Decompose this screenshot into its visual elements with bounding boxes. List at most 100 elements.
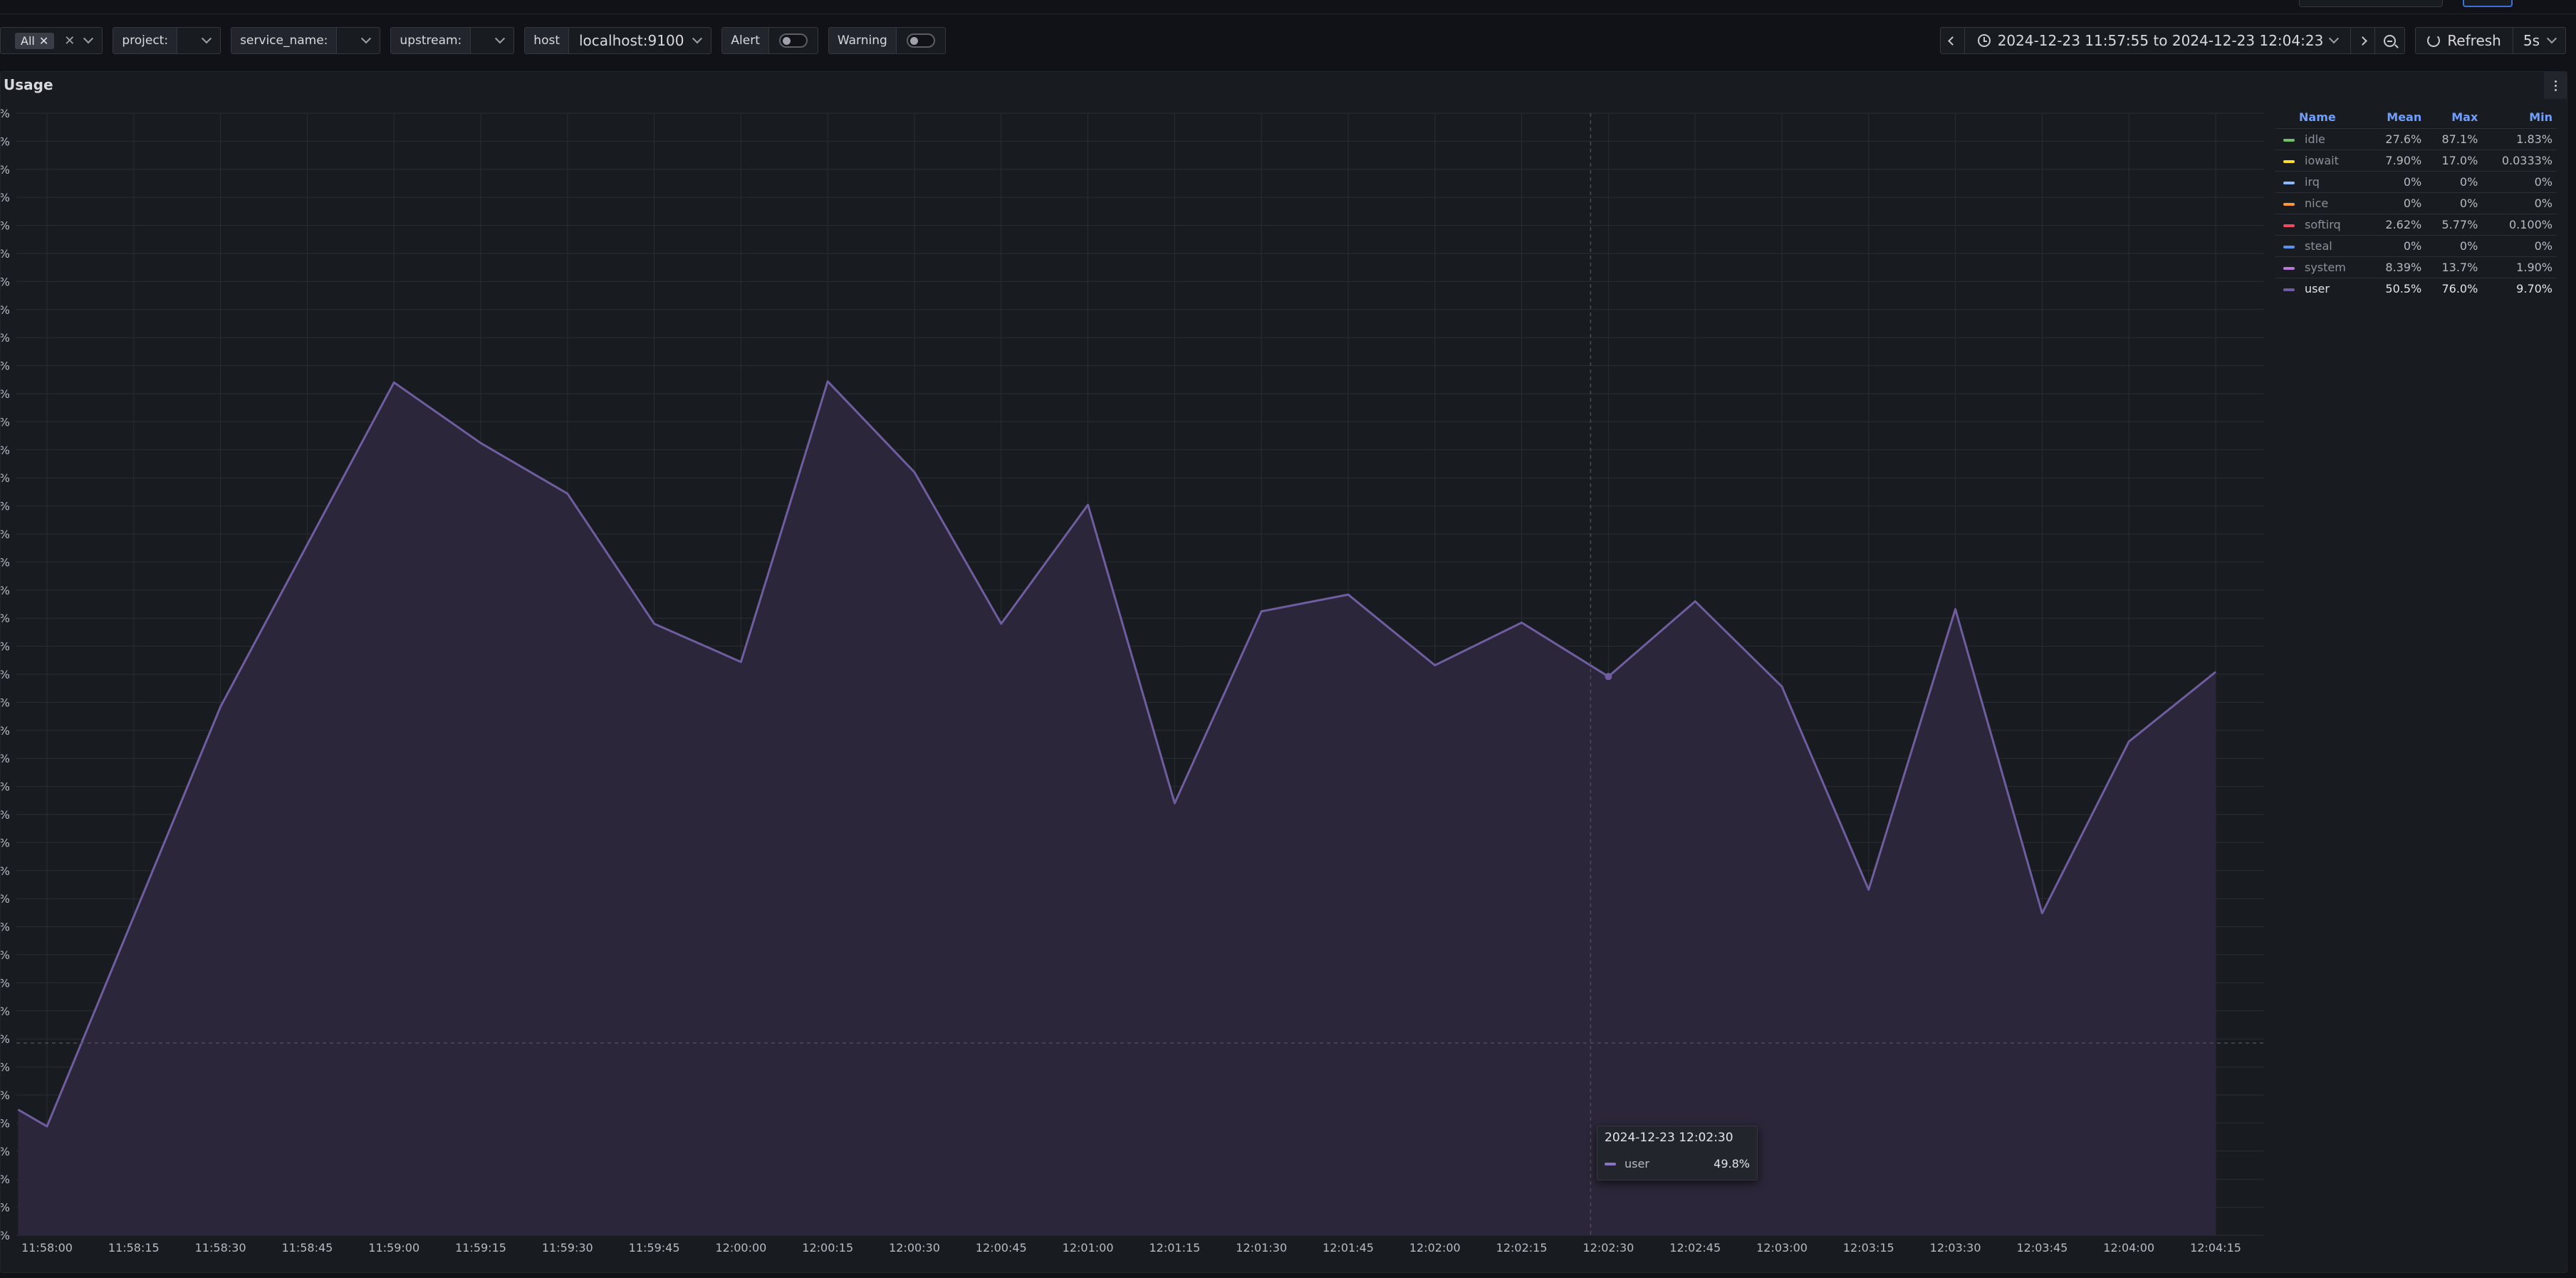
host-value: localhost:9100 xyxy=(579,32,684,49)
legend-header-max[interactable]: Max xyxy=(2426,108,2482,129)
variable-host[interactable]: host localhost:9100 xyxy=(524,27,712,54)
variable-all[interactable]: All ✕ ✕ xyxy=(0,27,103,54)
time-shift-forward-button[interactable] xyxy=(2351,28,2376,53)
user-series-area xyxy=(18,381,2216,1236)
x-tick-label: 11:58:45 xyxy=(281,1241,333,1255)
variables-toolbar: All ✕ ✕ project: service_name: upstream:… xyxy=(0,27,956,54)
y-tick-label: % xyxy=(1,1173,10,1186)
top-action-button[interactable] xyxy=(2463,0,2513,7)
variable-project[interactable]: project: xyxy=(113,27,221,54)
legend-mean: 0% xyxy=(2369,235,2426,257)
x-tick-label: 12:00:45 xyxy=(976,1241,1027,1255)
alert-toggle[interactable] xyxy=(778,33,808,48)
legend-max: 76.0% xyxy=(2426,278,2483,299)
legend-name: irq xyxy=(2275,171,2370,193)
refresh-button[interactable]: Refresh xyxy=(2416,28,2513,53)
chevron-down-icon[interactable] xyxy=(692,33,703,44)
hover-point xyxy=(1605,673,1612,681)
x-tick-label: 12:02:15 xyxy=(1496,1241,1548,1255)
legend-max: 0% xyxy=(2426,235,2483,257)
top-navbar xyxy=(0,0,2576,14)
legend-row-softirq[interactable]: softirq 2.62% 5.77% 0.100% xyxy=(2275,214,2557,236)
legend-row-idle[interactable]: idle 27.6% 87.1% 1.83% xyxy=(2275,128,2557,150)
legend-header-name[interactable]: Name xyxy=(2275,108,2369,129)
legend-mean: 50.5% xyxy=(2369,278,2426,299)
legend-row-steal[interactable]: steal 0% 0% 0% xyxy=(2275,235,2557,257)
y-tick-label: % xyxy=(1,303,10,317)
tooltip-time: 2024-12-23 12:02:30 xyxy=(1605,1131,1733,1145)
variable-upstream[interactable]: upstream: xyxy=(390,27,515,54)
chevron-down-icon[interactable] xyxy=(202,33,212,44)
warning-label: Warning xyxy=(828,28,897,53)
y-tick-label: % xyxy=(1,415,10,429)
variable-alert[interactable]: Alert xyxy=(721,27,818,54)
legend-header-min[interactable]: Min xyxy=(2482,108,2557,129)
legend-swatch xyxy=(2283,138,2295,142)
usage-chart[interactable]: %%%%%%%%%%%%%%%%%%%%%%%%%%%%%%%%%%%%%%%%… xyxy=(1,72,2273,1274)
y-tick-label: % xyxy=(1,471,10,485)
y-tick-label: % xyxy=(1,528,10,541)
legend-max: 13.7% xyxy=(2426,256,2483,278)
y-tick-label: % xyxy=(1,1116,10,1130)
y-tick-label: % xyxy=(1,612,10,625)
variable-warning[interactable]: Warning xyxy=(828,27,946,54)
y-tick-label: % xyxy=(1,331,10,345)
panel-menu-button[interactable] xyxy=(2544,72,2567,99)
legend-min: 0.0333% xyxy=(2482,150,2557,172)
x-tick-label: 12:01:45 xyxy=(1323,1241,1374,1255)
legend-mean: 7.90% xyxy=(2369,150,2426,172)
variable-service-name[interactable]: service_name: xyxy=(231,27,381,54)
legend-row-system[interactable]: system 8.39% 13.7% 1.90% xyxy=(2275,256,2557,278)
y-tick-label: % xyxy=(1,135,10,148)
y-tick-label: % xyxy=(1,1061,10,1074)
legend-min: 0% xyxy=(2482,171,2557,193)
time-shift-back-button[interactable] xyxy=(1941,28,1965,53)
legend-name: iowait xyxy=(2275,150,2370,172)
legend-name-text: iowait xyxy=(2305,154,2339,167)
y-tick-label: % xyxy=(1,1229,10,1242)
legend-header-mean[interactable]: Mean xyxy=(2369,108,2426,129)
legend-min: 0.100% xyxy=(2482,214,2557,236)
y-tick-label: % xyxy=(1,163,10,177)
y-tick-label: % xyxy=(1,275,10,288)
y-tick-label: % xyxy=(1,247,10,261)
refresh-icon xyxy=(2427,34,2441,47)
x-tick-label: 11:59:00 xyxy=(368,1241,419,1255)
x-tick-label: 12:02:45 xyxy=(1669,1241,1721,1255)
tooltip-series: user xyxy=(1625,1157,1649,1170)
zoom-out-button[interactable] xyxy=(2375,28,2404,53)
clock-icon xyxy=(1977,34,1991,47)
y-tick-label: % xyxy=(1,948,10,962)
search-input[interactable] xyxy=(2299,0,2443,7)
legend-row-user[interactable]: user 50.5% 76.0% 9.70% xyxy=(2275,278,2557,299)
time-range-picker[interactable]: 2024-12-23 11:57:55 to 2024-12-23 12:04:… xyxy=(1965,28,2352,53)
legend-row-iowait[interactable]: iowait 7.90% 17.0% 0.0333% xyxy=(2275,150,2557,172)
hover-tooltip: 2024-12-23 12:02:30 user 49.8% xyxy=(1597,1126,1758,1180)
legend-name-text: idle xyxy=(2305,132,2325,146)
y-tick-label: % xyxy=(1,892,10,906)
x-tick-label: 12:03:30 xyxy=(1930,1241,1981,1255)
chevron-down-icon[interactable] xyxy=(495,33,506,44)
x-tick-label: 11:58:00 xyxy=(21,1241,73,1255)
chip-remove-icon[interactable]: ✕ xyxy=(39,34,48,48)
y-tick-label: % xyxy=(1,1032,10,1046)
legend-row-irq[interactable]: irq 0% 0% 0% xyxy=(2275,171,2557,193)
chevron-down-icon[interactable] xyxy=(83,33,94,44)
legend-name: system xyxy=(2275,256,2370,278)
x-tick-label: 11:58:30 xyxy=(195,1241,246,1255)
clear-icon[interactable]: ✕ xyxy=(64,33,75,48)
legend-swatch xyxy=(2283,159,2295,163)
service-name-label: service_name: xyxy=(231,28,338,53)
legend-min: 1.83% xyxy=(2482,128,2557,150)
chevron-down-icon[interactable] xyxy=(361,33,372,44)
warning-toggle[interactable] xyxy=(906,33,935,48)
refresh-label: Refresh xyxy=(2447,32,2501,49)
legend-max: 5.77% xyxy=(2426,214,2483,236)
refresh-interval-picker[interactable]: 5s xyxy=(2513,28,2565,53)
legend-mean: 0% xyxy=(2369,171,2426,193)
legend-mean: 2.62% xyxy=(2369,214,2426,236)
legend-row-nice[interactable]: nice 0% 0% 0% xyxy=(2275,192,2557,214)
time-range-group: 2024-12-23 11:57:55 to 2024-12-23 12:04:… xyxy=(1939,27,2406,54)
y-tick-label: % xyxy=(1,864,10,878)
variable-chip[interactable]: All ✕ xyxy=(15,32,55,49)
